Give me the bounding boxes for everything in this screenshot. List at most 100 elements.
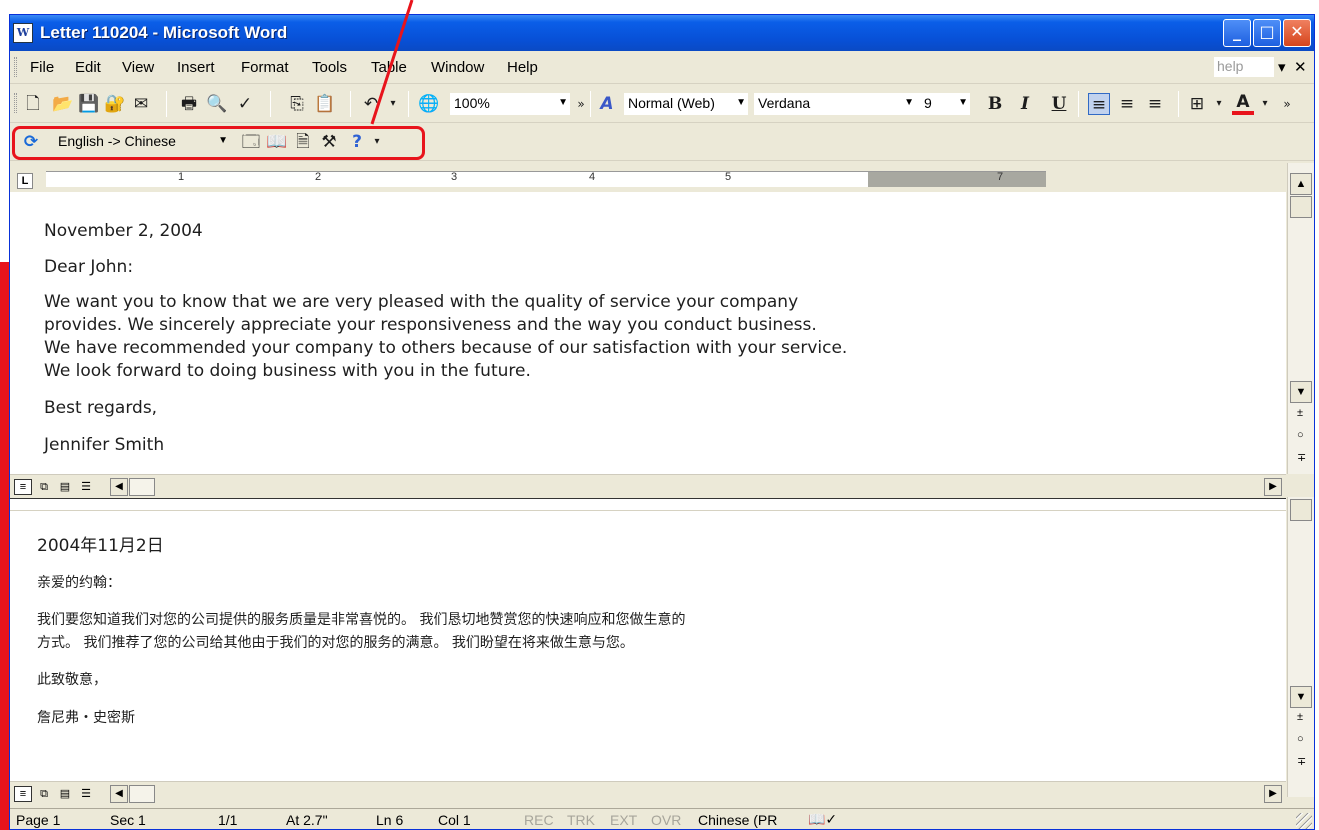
- top-vertical-scrollbar[interactable]: ▲ ▼ ± ○ ∓: [1287, 163, 1314, 474]
- next-page-icon[interactable]: ∓: [1297, 451, 1306, 464]
- font-combo[interactable]: Verdana ▼: [754, 93, 916, 115]
- spelling-icon[interactable]: ✓: [234, 93, 256, 115]
- status-ext[interactable]: EXT: [610, 812, 637, 828]
- undo-dropdown-icon[interactable]: ▾: [382, 93, 404, 115]
- italic-button[interactable]: I: [1014, 93, 1036, 115]
- web-layout-icon[interactable]: ⧉: [35, 786, 53, 802]
- help-dropdown-arrow[interactable]: ▾: [1278, 58, 1286, 76]
- align-right-icon[interactable]: ≡: [1144, 93, 1166, 115]
- menu-help[interactable]: Help: [507, 59, 538, 76]
- menu-file[interactable]: File: [30, 59, 54, 76]
- save-disk-icon[interactable]: 💾: [78, 93, 100, 115]
- scroll-left-arrow-icon[interactable]: ◀: [110, 785, 128, 803]
- chevron-down-icon: ▼: [558, 97, 568, 108]
- new-document-icon[interactable]: 🗋: [22, 93, 44, 115]
- ask-question-input[interactable]: help: [1214, 57, 1274, 77]
- bold-button[interactable]: B: [984, 93, 1006, 115]
- status-trk[interactable]: TRK: [567, 812, 595, 828]
- outline-view-icon[interactable]: ☰: [77, 786, 95, 802]
- select-browse-object-icon[interactable]: ○: [1297, 429, 1304, 441]
- previous-page-icon[interactable]: ±: [1297, 407, 1303, 419]
- window-title: Letter 110204 - Microsoft Word: [40, 23, 288, 42]
- print-layout-icon[interactable]: ▤: [56, 479, 74, 495]
- book-check-icon[interactable]: 📖✓: [808, 812, 837, 828]
- formatting-overflow[interactable]: »: [1276, 93, 1298, 115]
- status-ovr[interactable]: OVR: [651, 812, 681, 828]
- translated-closing: 此致敬意，: [37, 672, 107, 688]
- normal-view-icon[interactable]: ≡: [14, 479, 32, 495]
- scroll-down-arrow-icon[interactable]: ▼: [1290, 381, 1312, 403]
- bottom-vertical-scrollbar[interactable]: ▼ ± ○ ∓: [1287, 497, 1314, 797]
- font-size-combo[interactable]: 9 ▼: [916, 93, 970, 115]
- underline-button[interactable]: U: [1048, 93, 1070, 115]
- minimize-button[interactable]: _: [1223, 19, 1251, 47]
- zoom-value: 100%: [454, 95, 490, 111]
- scroll-down-arrow-icon[interactable]: ▼: [1290, 686, 1312, 708]
- next-page-icon[interactable]: ∓: [1297, 755, 1306, 768]
- open-folder-icon[interactable]: 📂: [52, 93, 74, 115]
- web-layout-icon[interactable]: ⧉: [35, 479, 53, 495]
- borders-dropdown-icon[interactable]: ▾: [1208, 93, 1230, 115]
- print-preview-icon[interactable]: 🔍: [206, 93, 228, 115]
- align-center-icon[interactable]: ≡: [1116, 93, 1138, 115]
- scroll-left-arrow-icon[interactable]: ◀: [110, 478, 128, 496]
- status-section: Sec 1: [110, 812, 146, 828]
- zoom-combo[interactable]: 100% ▼: [450, 93, 570, 115]
- chinese-document-pane[interactable]: 2004年11月2日 亲爱的约翰： 我们要您知道我们对您的公司提供的服务质量是非…: [10, 511, 1286, 781]
- print-icon[interactable]: 🖶: [178, 93, 200, 115]
- permission-icon[interactable]: 🔐: [104, 93, 126, 115]
- font-color-label: A: [1236, 92, 1250, 112]
- select-browse-object-icon[interactable]: ○: [1297, 733, 1304, 745]
- font-color-button[interactable]: A: [1232, 93, 1254, 115]
- status-pages: 1/1: [218, 812, 238, 828]
- maximize-button[interactable]: □: [1253, 19, 1281, 47]
- pane-splitter[interactable]: [10, 498, 1286, 511]
- scroll-right-arrow-icon[interactable]: ▶: [1264, 785, 1282, 803]
- resize-grip[interactable]: [1296, 813, 1312, 829]
- menu-insert[interactable]: Insert: [177, 59, 215, 76]
- borders-icon[interactable]: ⊞: [1186, 93, 1208, 115]
- ruler-number: 5: [725, 171, 732, 183]
- scroll-right-arrow-icon[interactable]: ▶: [1264, 478, 1282, 496]
- status-page: Page 1: [16, 812, 61, 828]
- print-layout-icon[interactable]: ▤: [56, 786, 74, 802]
- close-document-button[interactable]: ✕: [1294, 58, 1307, 76]
- paste-icon[interactable]: 📋: [314, 93, 336, 115]
- status-rec[interactable]: REC: [524, 812, 554, 828]
- font-color-dropdown-icon[interactable]: ▾: [1254, 93, 1276, 115]
- undo-icon[interactable]: ↶: [360, 93, 382, 115]
- toolbar-separator: [1178, 91, 1179, 117]
- horizontal-scroll-thumb[interactable]: [129, 785, 155, 803]
- menu-view[interactable]: View: [122, 59, 154, 76]
- styles-pane-icon[interactable]: A: [596, 93, 618, 115]
- close-button[interactable]: ✕: [1283, 19, 1311, 47]
- font-value: Verdana: [758, 95, 811, 111]
- menu-window[interactable]: Window: [431, 59, 484, 76]
- scroll-up-arrow-icon[interactable]: ▲: [1290, 173, 1312, 195]
- align-left-icon[interactable]: ≡: [1088, 93, 1110, 115]
- email-icon[interactable]: ✉: [130, 93, 152, 115]
- letter-date: November 2, 2004: [44, 221, 203, 241]
- tab-selector[interactable]: L: [17, 173, 33, 189]
- menu-edit[interactable]: Edit: [75, 59, 101, 76]
- toolbar-overflow[interactable]: »: [570, 93, 592, 115]
- horizontal-scroll-thumb[interactable]: [129, 478, 155, 496]
- normal-view-icon[interactable]: ≡: [14, 786, 32, 802]
- copy-icon[interactable]: ⎘: [286, 93, 308, 115]
- toolbar-grip[interactable]: [14, 93, 17, 113]
- style-combo[interactable]: Normal (Web) ▼: [624, 93, 748, 115]
- scroll-thumb[interactable]: [1290, 196, 1312, 218]
- scroll-thumb[interactable]: [1290, 499, 1312, 521]
- menu-table[interactable]: Table: [371, 59, 407, 76]
- english-document-pane[interactable]: November 2, 2004 Dear John: We want you …: [10, 192, 1286, 474]
- ruler-margin-area: [868, 172, 1046, 187]
- web-globe-icon[interactable]: 🌐: [418, 93, 440, 115]
- status-language[interactable]: Chinese (PR: [698, 812, 777, 828]
- ruler-number: 3: [451, 171, 458, 183]
- menu-grip[interactable]: [14, 57, 17, 77]
- outline-view-icon[interactable]: ☰: [77, 479, 95, 495]
- menu-tools[interactable]: Tools: [312, 59, 347, 76]
- menu-format[interactable]: Format: [241, 59, 289, 76]
- ruler-strip[interactable]: [46, 171, 1046, 187]
- previous-page-icon[interactable]: ±: [1297, 711, 1303, 723]
